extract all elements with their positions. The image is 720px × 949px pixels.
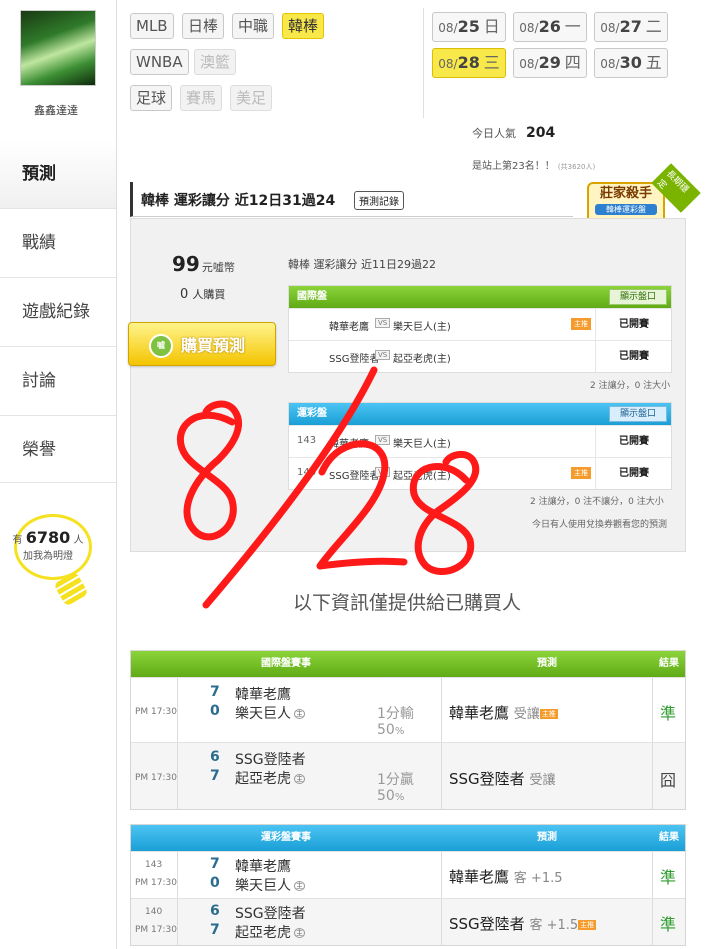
main-pick-label: 主推 [571, 318, 591, 330]
date-0830[interactable]: 08/30 五 [594, 48, 668, 78]
price: 99 元噓幣 [172, 252, 235, 276]
col-header-prediction: 預測 [537, 832, 557, 843]
lottery-preview-box: 運彩盤 顯示盤口 143 韓華老鷹 VS 樂天巨人(主) 已開賽 140 SSG… [288, 402, 672, 490]
sidebar-item-record[interactable]: 戰績 [0, 208, 116, 276]
show-odds-button[interactable]: 顯示盤口 [608, 406, 667, 422]
sport-tag-nbl[interactable]: 澳籃 [194, 49, 237, 75]
buy-button-label: 購買預測 [181, 336, 246, 355]
preview-subtitle: 韓棒 運彩讓分 近11日29過22 [288, 258, 436, 271]
prediction-record-button[interactable]: 預測記錄 [354, 191, 404, 210]
table-row: 143 PM 17:30 7 0 韓華老鷹 樂天巨人主 韓華老鷹 客 +1.5 … [131, 851, 685, 898]
preview-row: 140 SSG登陸者 VS 起亞老虎(主) 主推 已開賽 [289, 457, 671, 489]
result-correct: 準 [659, 704, 676, 723]
main-pick-label: 主推 [571, 467, 591, 479]
intl-results-table: 國際盤賽事 預測 結果 PM 17:30 7 0 韓華老鷹 樂天巨人主 1分輸 … [130, 650, 686, 810]
game-status: 已開賽 [595, 341, 672, 372]
show-odds-button[interactable]: 顯示盤口 [608, 289, 667, 305]
intl-note: 2 注讓分，0 注大小 [590, 381, 671, 391]
date-0829[interactable]: 08/29 四 [513, 48, 587, 78]
intl-preview-box: 國際盤 顯示盤口 韓華老鷹 VS 樂天巨人(主) 主推 已開賽 SSG登陸者 V… [288, 285, 672, 373]
sidebar: 鑫鑫達達 預測 戰績 遊戲紀錄 討論 榮譽 有 6780 人 加我為明燈 [0, 0, 116, 949]
fans-prefix: 有 [12, 535, 23, 546]
sport-tag-soccer[interactable]: 足球 [130, 85, 173, 111]
sport-tag-cpbl[interactable]: 中職 [232, 13, 275, 39]
intl-preview-header: 國際盤 顯示盤口 [289, 286, 671, 308]
avatar[interactable] [20, 10, 96, 86]
table-row: PM 17:30 7 0 韓華老鷹 樂天巨人主 1分輸 50% 韓華老鷹 受讓主… [131, 677, 685, 742]
today-popularity: 今日人氣 204 [472, 125, 556, 141]
game-status: 已開賽 [595, 426, 672, 457]
lottery-preview-header: 運彩盤 顯示盤口 [289, 403, 671, 425]
preview-row: 韓華老鷹 VS 樂天巨人(主) 主推 已開賽 [289, 308, 671, 340]
date-0826[interactable]: 08/26 一 [513, 12, 587, 42]
sport-tag-wnba[interactable]: WNBA [130, 49, 189, 75]
date-0827[interactable]: 08/27 二 [594, 12, 668, 42]
fans-count: 6780 [25, 528, 71, 547]
result-correct: 準 [659, 915, 676, 934]
sport-tag-mlb[interactable]: MLB [130, 13, 174, 39]
sidebar-item-predict[interactable]: 預測 [0, 140, 116, 208]
site-rank: 是站上第23名！！ (共3620人) [472, 161, 596, 172]
table-row: PM 17:30 6 7 SSG登陸者 起亞老虎主 1分贏 50% SSG登陸者… [131, 742, 685, 809]
lottery-note: 2 注讓分，0 注不讓分，0 注大小 [530, 497, 664, 507]
coin-icon: 噓 [149, 334, 173, 358]
col-header-prediction: 預測 [537, 658, 557, 669]
coupon-note: 今日有人使用兌換券觀看您的預測 [532, 520, 668, 530]
game-status: 已開賽 [595, 309, 672, 340]
badge-subtitle: 韓棒運彩盤 [595, 204, 657, 215]
sport-tag-npb[interactable]: 日棒 [182, 13, 225, 39]
fans-label: 加我為明燈 [23, 551, 73, 562]
prediction-title-bar: 韓棒 運彩讓分 近12日31過24 [130, 182, 573, 217]
badge-title: 莊家殺手 [599, 186, 652, 201]
page-title: 韓棒 運彩讓分 近12日31過24 [141, 193, 336, 209]
lottery-results-table: 運彩盤賽事 預測 結果 143 PM 17:30 7 0 韓華老鷹 樂天巨人主 … [130, 824, 686, 946]
divider [423, 8, 424, 118]
sport-tag-horse[interactable]: 賽馬 [180, 85, 223, 111]
sidebar-item-discussion[interactable]: 討論 [0, 346, 116, 414]
buyers-only-notice: 以下資訊僅提供給已購買人 [292, 592, 521, 614]
sport-tag-nfl[interactable]: 美足 [230, 85, 273, 111]
preview-row: SSG登陸者 VS 起亞老虎(主) 已開賽 [289, 340, 671, 372]
fans-lightbulb[interactable]: 有 6780 人 加我為明燈 [8, 510, 108, 610]
table-row: 140 PM 17:30 6 7 SSG登陸者 起亞老虎主 SSG登陸者 客 +… [131, 898, 685, 945]
col-header-result: 結果 [659, 658, 679, 669]
username[interactable]: 鑫鑫達達 [0, 102, 112, 118]
col-header-result: 結果 [659, 832, 679, 843]
col-header-lottery-game: 運彩盤賽事 [261, 832, 311, 843]
sport-tag-kbo[interactable]: 韓棒 [282, 13, 325, 39]
result-correct: 準 [659, 868, 676, 887]
sidebar-item-game-history[interactable]: 遊戲紀錄 [0, 277, 116, 345]
col-header-intl-game: 國際盤賽事 [261, 658, 311, 669]
date-0828[interactable]: 08/28 三 [432, 48, 506, 78]
fans-suffix: 人 [73, 535, 84, 546]
sidebar-item-honor[interactable]: 榮譽 [0, 415, 116, 483]
date-0825[interactable]: 08/25 日 [432, 12, 506, 42]
buy-prediction-button[interactable]: 噓 購買預測 [128, 322, 276, 366]
game-status: 已開賽 [595, 458, 672, 489]
preview-row: 143 韓華老鷹 VS 樂天巨人(主) 已開賽 [289, 425, 671, 457]
result-wrong: 囧 [659, 771, 676, 790]
buyer-count: 0 人購買 [180, 287, 226, 302]
